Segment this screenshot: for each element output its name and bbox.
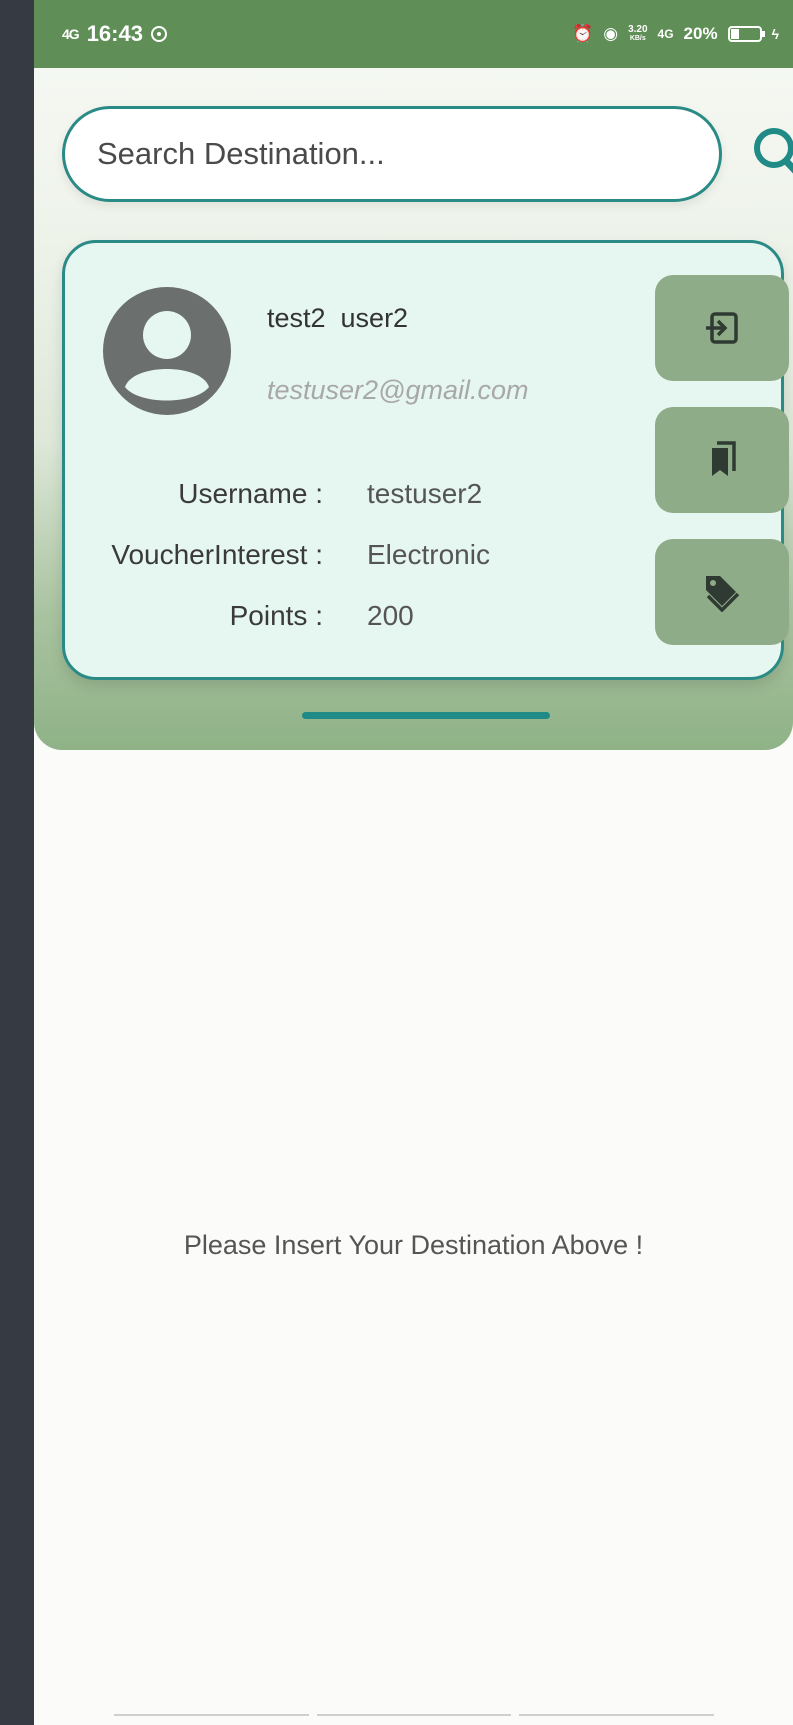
status-left: 4G 16:43: [62, 21, 167, 47]
network-type: 4G: [657, 27, 674, 41]
bottom-nav-segment: [114, 1714, 309, 1720]
network-speed-unit: KB/s: [629, 35, 646, 42]
logout-icon: [706, 312, 738, 344]
bottom-nav-hint: [114, 1714, 715, 1725]
bottom-nav-segment: [519, 1714, 715, 1720]
bookmarks-button[interactable]: [655, 407, 789, 513]
profile-card: test2 user2 testuser2@gmail.com Username…: [62, 240, 789, 680]
app-screen: 4G 16:43 ⏰ ◉ 3.20 KB/s 4G 20% ϟ Search D…: [34, 0, 793, 1725]
points-label: Points :: [229, 600, 323, 631]
signal-icon: 4G: [62, 26, 80, 42]
bottom-nav-segment: [316, 1714, 512, 1720]
notification-dot-icon: [150, 26, 167, 42]
logout-button[interactable]: [655, 275, 789, 381]
avatar-icon: [103, 287, 231, 415]
alarm-icon: ⏰: [572, 24, 594, 43]
network-speed-value: 3.20: [628, 24, 648, 35]
empty-state-message: Please Insert Your Destination Above !: [183, 1230, 644, 1260]
status-bar: 4G 16:43 ⏰ ◉ 3.20 KB/s 4G 20% ϟ: [34, 0, 793, 68]
vibrate-icon: ◉: [603, 24, 619, 43]
voucher-interest-value: Electronic: [367, 539, 490, 570]
device-frame-edge: [0, 0, 34, 1725]
drag-handle[interactable]: [302, 712, 550, 719]
status-right: ⏰ ◉ 3.20 KB/s 4G 20% ϟ: [572, 24, 779, 44]
voucher-interest-label: VoucherInterest :: [111, 539, 323, 570]
status-time: 16:43: [86, 21, 143, 46]
network-speed: 3.20 KB/s: [628, 25, 647, 43]
tags-icon: [706, 576, 740, 612]
search-button[interactable]: [750, 122, 793, 188]
battery-percent: 20%: [683, 24, 718, 43]
charging-icon: ϟ: [771, 26, 779, 42]
user-email: testuser2@gmail.com: [267, 375, 529, 405]
vouchers-button[interactable]: [655, 539, 789, 645]
search-icon: [754, 128, 793, 174]
bookmarks-icon: [712, 441, 736, 476]
battery-icon: [727, 26, 765, 42]
username-label: Username :: [178, 478, 323, 509]
search-box[interactable]: [62, 106, 722, 202]
user-name: test2 user2: [267, 303, 409, 333]
search-input[interactable]: [97, 136, 719, 172]
username-value: testuser2: [367, 478, 483, 509]
points-value: 200: [367, 600, 414, 631]
